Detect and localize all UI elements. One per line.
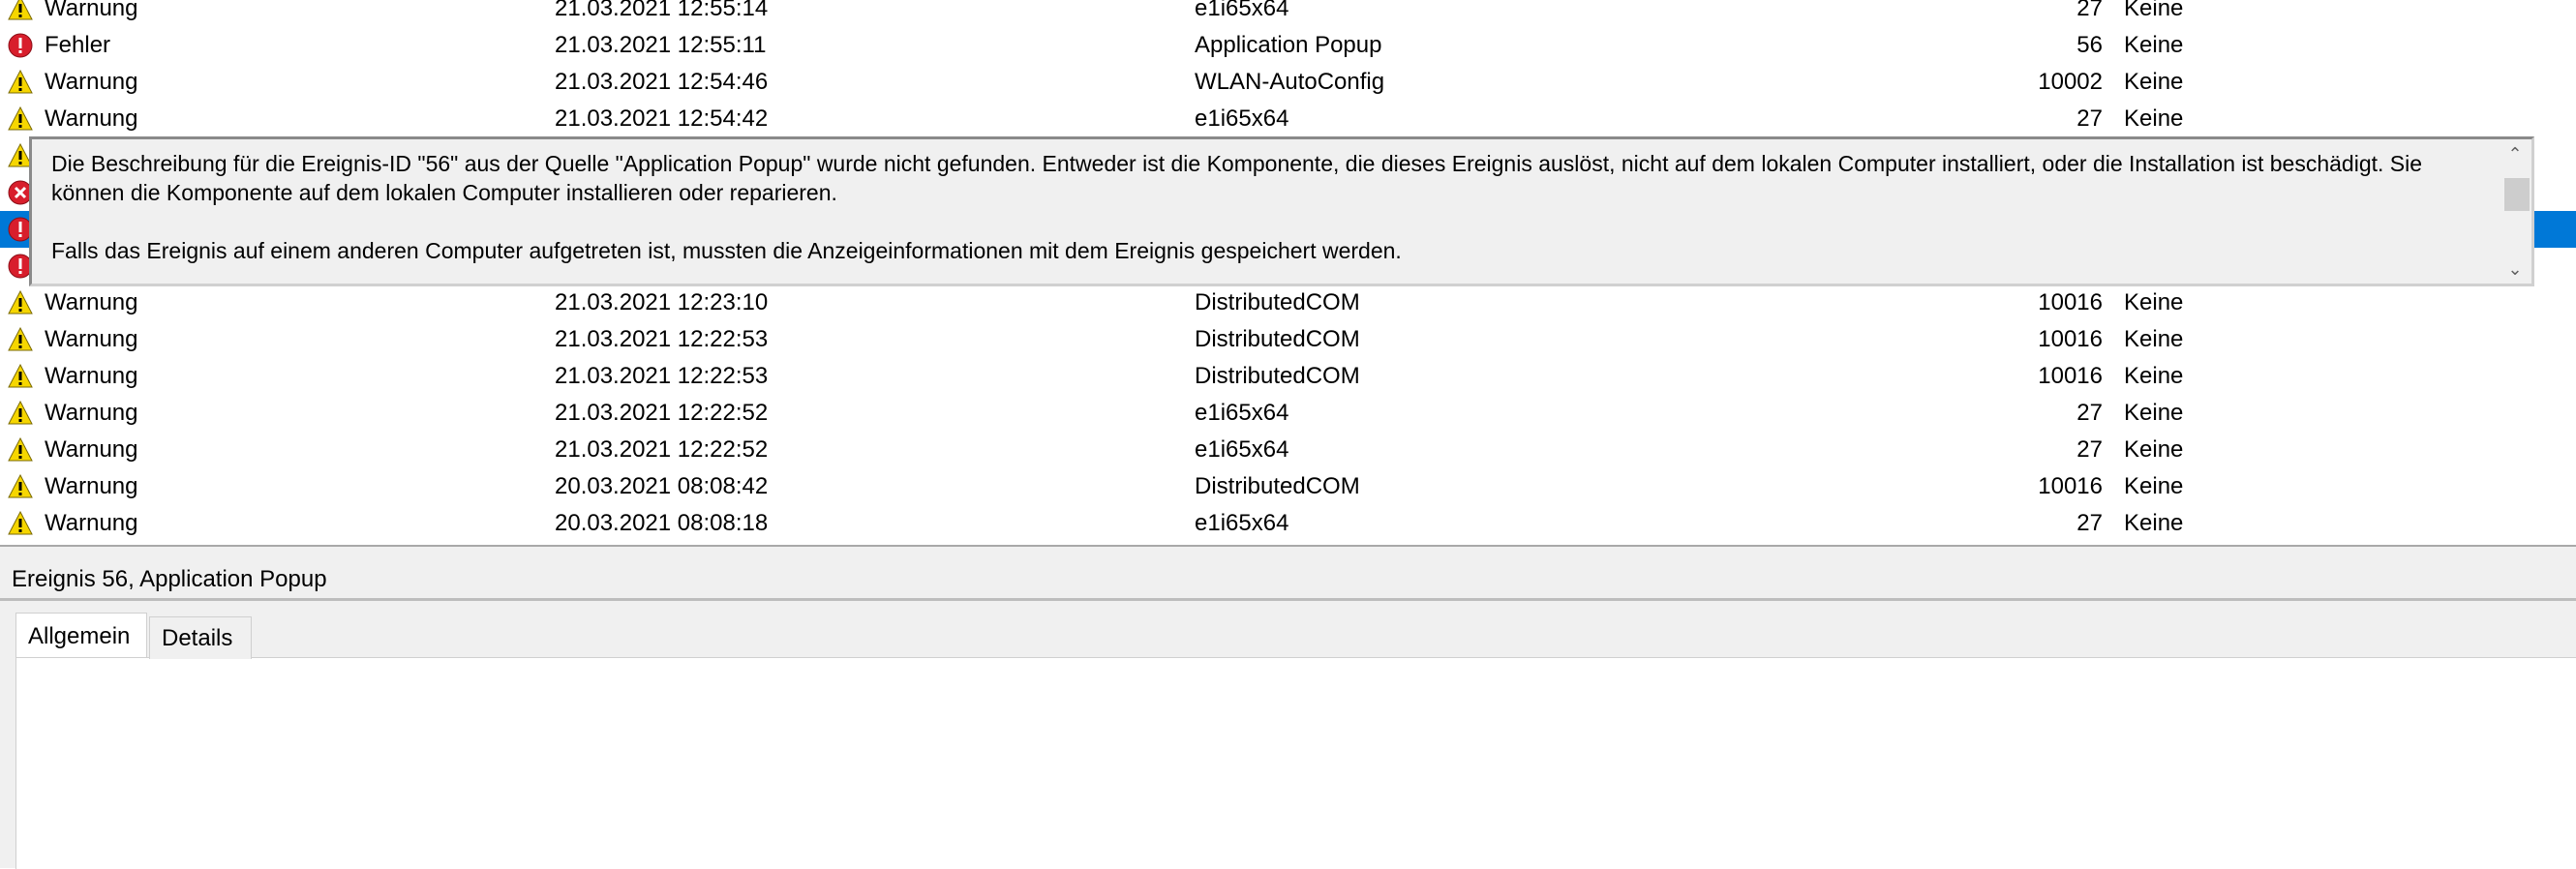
event-detail-pane: Ereignis 56, Application Popup Allgemein… (0, 554, 2576, 869)
event-description-box[interactable]: Die Beschreibung für die Ereignis-ID "56… (29, 136, 2534, 286)
event-level: Warnung (45, 363, 138, 389)
event-task-category: Keine (2124, 363, 2184, 389)
event-datetime: 21.03.2021 12:22:53 (555, 363, 769, 389)
tab-page-general (15, 657, 2576, 869)
event-task-category: Keine (2124, 326, 2184, 352)
event-row[interactable]: Warnung 20.03.2021 08:08:18 e1i65x64 27 Kein… (0, 505, 2576, 542)
event-id: 56 (2076, 32, 2103, 58)
event-description: Die Beschreibung für die Ereignis-ID "56… (51, 149, 2495, 265)
event-level: Warnung (45, 326, 138, 352)
event-row[interactable]: Warnung 21.03.2021 12:22:52 e1i65x64 27 Kein… (0, 395, 2576, 432)
event-task-category: Keine (2124, 510, 2184, 536)
event-source: Application Popup (1195, 32, 1382, 58)
error-icon (8, 33, 33, 58)
event-id: 10016 (2038, 473, 2103, 499)
event-source: e1i65x64 (1195, 105, 1289, 132)
pane-splitter[interactable] (0, 545, 2576, 554)
event-id: 10016 (2038, 289, 2103, 315)
description-scrollbar[interactable]: ⌃ ⌄ (2499, 139, 2531, 284)
event-row[interactable]: Warnung 21.03.2021 12:22:52 e1i65x64 27 Kein… (0, 432, 2576, 468)
event-id: 10016 (2038, 326, 2103, 352)
event-level: Warnung (45, 289, 138, 315)
event-source: WLAN-AutoConfig (1195, 69, 1385, 95)
event-datetime: 21.03.2021 12:22:52 (555, 400, 769, 426)
event-task-category: Keine (2124, 473, 2184, 499)
warning-icon (8, 364, 33, 389)
event-source: e1i65x64 (1195, 436, 1289, 463)
event-task-category: Keine (2124, 436, 2184, 463)
tab-allgemein[interactable]: Allgemein (15, 613, 147, 657)
event-task-category: Keine (2124, 0, 2184, 21)
event-source: DistributedCOM (1195, 326, 1360, 352)
description-paragraph-1: Die Beschreibung für die Ereignis-ID "56… (51, 151, 2423, 205)
warning-icon (8, 474, 33, 499)
event-id: 10002 (2038, 69, 2103, 95)
warning-icon (8, 327, 33, 352)
event-level: Fehler (45, 32, 111, 58)
event-row[interactable]: Fehler 21.03.2021 12:55:11 Application Pop… (0, 27, 2576, 64)
event-task-category: Keine (2124, 105, 2184, 132)
event-level: Warnung (45, 400, 138, 426)
event-id: 27 (2076, 400, 2103, 426)
event-datetime: 21.03.2021 12:22:53 (555, 326, 769, 352)
event-row[interactable]: Warnung 21.03.2021 12:55:14 e1i65x64 27 Kein… (0, 0, 2576, 27)
event-datetime: 21.03.2021 12:55:14 (555, 0, 769, 21)
event-source: DistributedCOM (1195, 473, 1360, 499)
warning-icon (8, 401, 33, 426)
event-row[interactable]: Warnung 21.03.2021 12:23:10 DistributedCOM… (0, 285, 2576, 321)
event-task-category: Keine (2124, 400, 2184, 426)
event-level: Warnung (45, 105, 138, 132)
warning-icon (8, 70, 33, 95)
event-datetime: 21.03.2021 12:55:11 (555, 32, 767, 58)
event-datetime: 21.03.2021 12:23:10 (555, 289, 769, 315)
event-detail-title: Ereignis 56, Application Popup (0, 554, 2576, 601)
event-level: Warnung (45, 473, 138, 499)
event-level: Warnung (45, 69, 138, 95)
event-row[interactable]: Warnung 20.03.2021 08:08:42 DistributedCOM… (0, 468, 2576, 505)
event-row[interactable]: Warnung 21.03.2021 12:22:53 DistributedCOM… (0, 321, 2576, 358)
event-id: 27 (2076, 0, 2103, 21)
warning-icon (8, 511, 33, 536)
event-datetime: 21.03.2021 12:54:46 (555, 69, 769, 95)
description-paragraph-2: Falls das Ereignis auf einem anderen Com… (51, 238, 1402, 263)
event-task-category: Keine (2124, 289, 2184, 315)
event-id: 10016 (2038, 363, 2103, 389)
event-datetime: 21.03.2021 12:22:52 (555, 436, 769, 463)
event-source: DistributedCOM (1195, 363, 1360, 389)
event-datetime: 20.03.2021 08:08:42 (555, 473, 769, 499)
event-level: Warnung (45, 0, 138, 21)
event-row[interactable]: Warnung 21.03.2021 12:54:42 e1i65x64 27 Kein… (0, 101, 2576, 137)
warning-icon (8, 0, 33, 21)
event-id: 27 (2076, 105, 2103, 132)
scroll-up-icon[interactable]: ⌃ (2499, 139, 2531, 168)
event-task-category: Keine (2124, 32, 2184, 58)
warning-icon (8, 290, 33, 315)
event-row[interactable]: Warnung 21.03.2021 12:54:46 WLAN-AutoConfi… (0, 64, 2576, 101)
warning-icon (8, 437, 33, 463)
event-id: 27 (2076, 436, 2103, 463)
warning-icon (8, 106, 33, 132)
event-id: 27 (2076, 510, 2103, 536)
tab-details[interactable]: Details (149, 616, 252, 659)
event-task-category: Keine (2124, 69, 2184, 95)
event-level: Warnung (45, 510, 138, 536)
chevron-down-icon[interactable]: ⌄ (2499, 255, 2531, 284)
event-source: e1i65x64 (1195, 510, 1289, 536)
event-row[interactable]: Warnung 21.03.2021 12:22:53 DistributedCOM… (0, 358, 2576, 395)
event-source: DistributedCOM (1195, 289, 1360, 315)
event-datetime: 21.03.2021 12:54:42 (555, 105, 769, 132)
event-source: e1i65x64 (1195, 400, 1289, 426)
scrollbar-thumb[interactable] (2504, 178, 2530, 211)
event-datetime: 20.03.2021 08:08:18 (555, 510, 769, 536)
event-level: Warnung (45, 436, 138, 463)
event-source: e1i65x64 (1195, 0, 1289, 21)
